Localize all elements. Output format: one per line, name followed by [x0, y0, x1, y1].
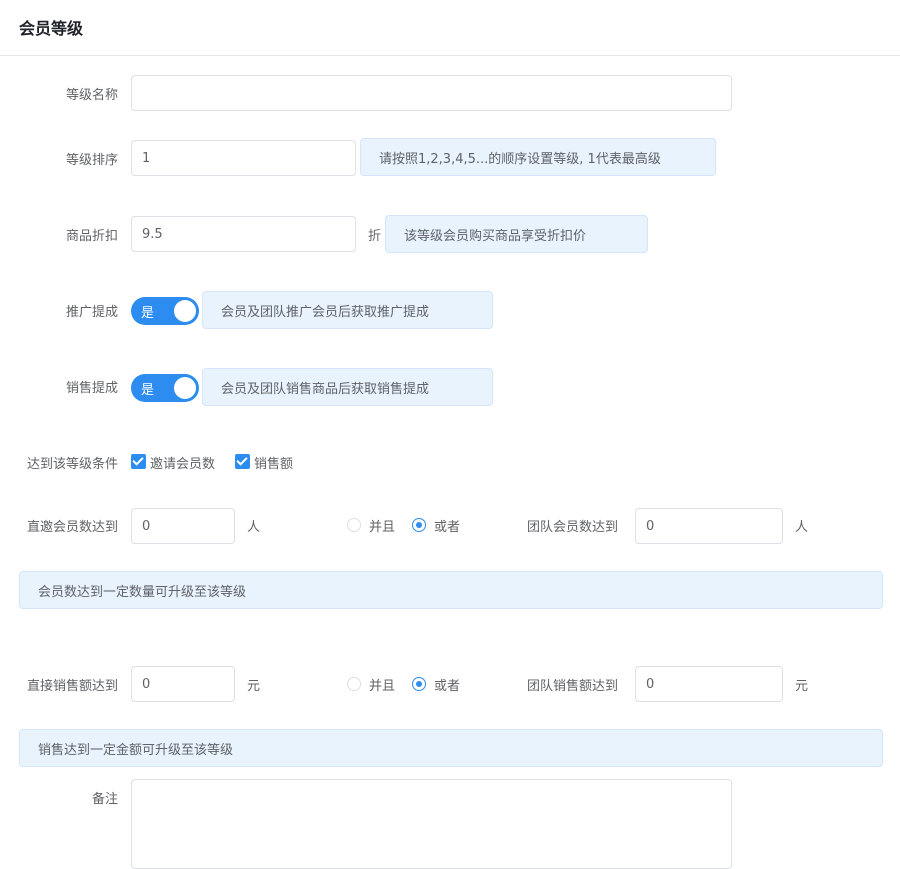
- sales-and-radio-label[interactable]: 并且: [369, 675, 395, 694]
- sales-or-radio[interactable]: [412, 677, 426, 691]
- invite-members-checkbox-label[interactable]: 邀请会员数: [150, 453, 215, 472]
- switch-knob: [174, 377, 196, 399]
- level-name-input[interactable]: [131, 75, 732, 111]
- discount-label: 商品折扣: [65, 229, 118, 244]
- remark-label: 备注: [91, 792, 118, 807]
- invite-members-checkbox[interactable]: [131, 454, 146, 469]
- members-tip: 会员数达到一定数量可升级至该等级: [19, 571, 883, 609]
- team-members-input[interactable]: 0: [635, 508, 783, 544]
- direct-members-input[interactable]: 0: [131, 508, 235, 544]
- sales-commission-tip: 会员及团队销售商品后获取销售提成: [202, 368, 493, 406]
- remark-textarea[interactable]: [131, 779, 732, 869]
- switch-knob: [174, 300, 196, 322]
- conditions-label: 达到该等级条件: [26, 457, 118, 472]
- promo-commission-switch-text: 是: [141, 306, 155, 321]
- sales-commission-switch-text: 是: [141, 383, 155, 398]
- promo-commission-label: 推广提成: [65, 305, 118, 320]
- sales-or-radio-label[interactable]: 或者: [434, 675, 460, 694]
- direct-members-label: 直邀会员数达到: [26, 520, 118, 535]
- team-sales-unit: 元: [795, 679, 809, 694]
- promo-commission-tip: 会员及团队推广会员后获取推广提成: [202, 291, 493, 329]
- direct-sales-unit: 元: [247, 679, 261, 694]
- members-and-radio[interactable]: [347, 518, 361, 532]
- sales-tip: 销售达到一定金额可升级至该等级: [19, 729, 883, 767]
- discount-tip: 该等级会员购买商品享受折扣价: [385, 215, 648, 253]
- direct-members-unit: 人: [247, 520, 261, 535]
- level-order-label: 等级排序: [65, 153, 118, 168]
- modal-title: 会员等级: [19, 19, 84, 38]
- team-members-unit: 人: [795, 520, 809, 535]
- members-or-radio-label[interactable]: 或者: [434, 516, 460, 535]
- discount-input[interactable]: 9.5: [131, 216, 356, 252]
- discount-unit: 折: [368, 229, 382, 244]
- members-or-radio[interactable]: [412, 518, 426, 532]
- team-members-label: 团队会员数达到: [527, 520, 619, 535]
- promo-commission-switch[interactable]: 是: [131, 297, 199, 325]
- sales-commission-switch[interactable]: 是: [131, 374, 199, 402]
- level-order-input[interactable]: 1: [131, 140, 356, 176]
- level-order-tip: 请按照1,2,3,4,5...的顺序设置等级, 1代表最高级: [360, 138, 716, 176]
- direct-sales-input[interactable]: 0: [131, 666, 235, 702]
- sales-amount-checkbox-label[interactable]: 销售额: [254, 453, 293, 472]
- members-and-radio-label[interactable]: 并且: [369, 516, 395, 535]
- team-sales-label: 团队销售额达到: [527, 679, 619, 694]
- modal-header: 会员等级: [0, 0, 900, 56]
- direct-sales-label: 直接销售额达到: [26, 679, 118, 694]
- sales-and-radio[interactable]: [347, 677, 361, 691]
- level-name-label: 等级名称: [65, 88, 118, 103]
- sales-commission-label: 销售提成: [65, 381, 118, 396]
- sales-amount-checkbox[interactable]: [235, 454, 250, 469]
- team-sales-input[interactable]: 0: [635, 666, 783, 702]
